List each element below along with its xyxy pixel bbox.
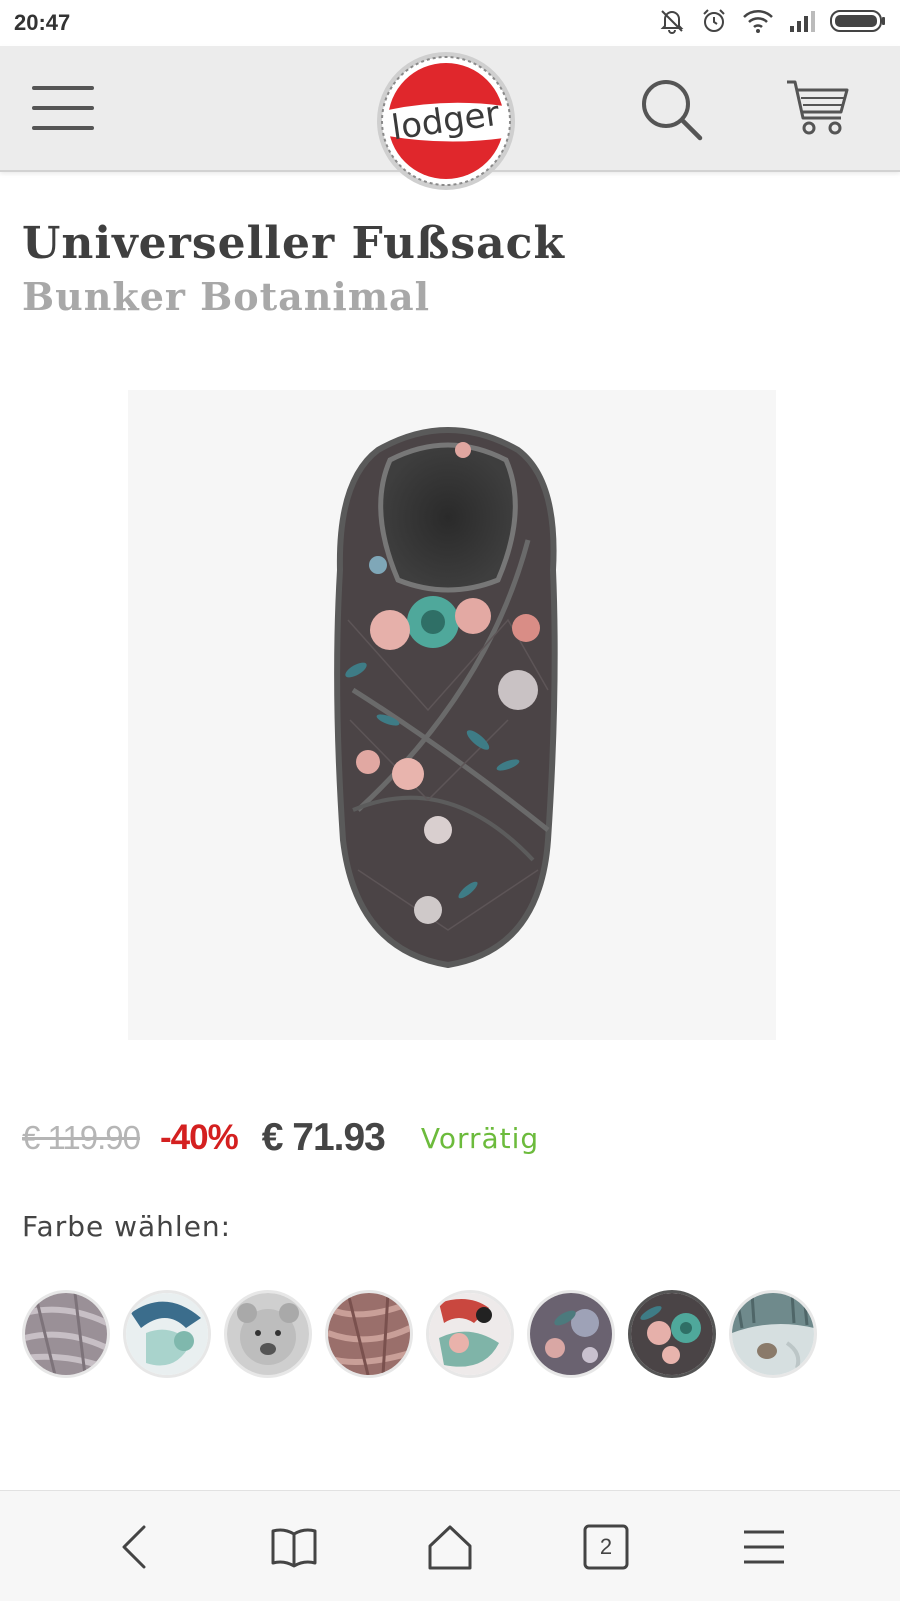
color-swatch-bear-grey[interactable] bbox=[224, 1290, 312, 1378]
status-icons bbox=[658, 8, 886, 38]
back-button[interactable] bbox=[106, 1517, 166, 1577]
color-swatch-bunker-botanimal[interactable] bbox=[628, 1290, 716, 1378]
mute-icon bbox=[658, 7, 686, 39]
hamburger-menu-button[interactable] bbox=[32, 84, 94, 132]
product-subtitle: Bunker Botanimal bbox=[22, 274, 431, 319]
discount-badge: -40% bbox=[160, 1118, 239, 1157]
bookmarks-icon bbox=[271, 1528, 317, 1568]
wifi-icon bbox=[742, 8, 774, 38]
color-swatch-rose-fur[interactable] bbox=[325, 1290, 413, 1378]
search-button[interactable] bbox=[640, 78, 704, 142]
price-row: € 119.90 -40% € 71.93 Vorrätig bbox=[22, 1116, 539, 1160]
alarm-icon bbox=[700, 7, 728, 39]
product-image[interactable] bbox=[128, 390, 776, 1040]
color-swatch-toucan-floral[interactable] bbox=[426, 1290, 514, 1378]
tab-count: 2 bbox=[599, 1534, 613, 1559]
stock-status: Vorrätig bbox=[420, 1121, 540, 1155]
signal-icon bbox=[788, 8, 816, 38]
color-picker-label: Farbe wählen: bbox=[22, 1210, 232, 1243]
status-bar: 20:47 bbox=[0, 0, 900, 46]
cart-button[interactable] bbox=[785, 76, 851, 140]
search-icon bbox=[642, 80, 703, 141]
hamburger-menu-icon bbox=[32, 86, 94, 130]
product-title: Universeller Fußsack bbox=[22, 218, 565, 269]
color-swatch-purple-floral[interactable] bbox=[527, 1290, 615, 1378]
status-time: 20:47 bbox=[14, 10, 71, 35]
lodger-logo[interactable]: lodger bbox=[372, 50, 520, 192]
home-button[interactable] bbox=[420, 1517, 480, 1577]
home-icon bbox=[428, 1525, 472, 1570]
battery-icon bbox=[830, 9, 886, 37]
back-icon bbox=[122, 1525, 146, 1569]
tabs-button[interactable]: 2 bbox=[576, 1517, 636, 1577]
browser-menu-button[interactable] bbox=[734, 1517, 794, 1577]
site-header: lodger bbox=[0, 46, 900, 190]
current-price: € 71.93 bbox=[261, 1116, 386, 1159]
color-swatches bbox=[22, 1290, 817, 1378]
old-price: € 119.90 bbox=[22, 1119, 141, 1156]
color-swatch-toucan-mint[interactable] bbox=[123, 1290, 211, 1378]
browser-bottom-bar: 2 bbox=[0, 1490, 900, 1601]
color-swatch-grey-fur[interactable] bbox=[22, 1290, 110, 1378]
menu-icon bbox=[744, 1530, 784, 1564]
cart-icon bbox=[787, 80, 849, 135]
color-swatch-forest-fawn[interactable] bbox=[729, 1290, 817, 1378]
bookmarks-button[interactable] bbox=[264, 1517, 324, 1577]
